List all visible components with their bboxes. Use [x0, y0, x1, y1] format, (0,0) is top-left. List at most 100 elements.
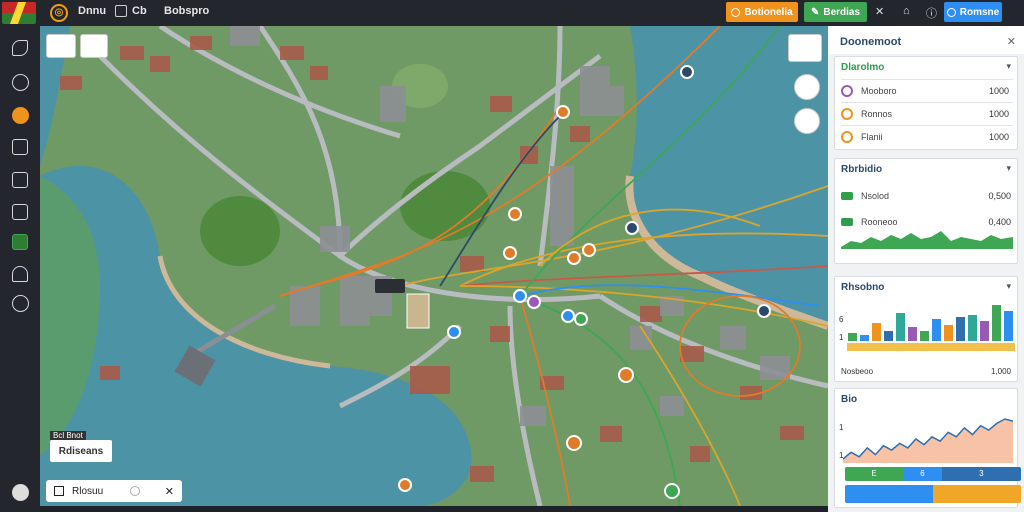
card-bars-title: Rhsobno — [841, 282, 885, 293]
avatar-icon[interactable] — [10, 482, 30, 502]
card-trend-title: Rbrbidio — [841, 164, 883, 175]
status-icon — [841, 131, 853, 143]
map-small-label: Bcl Bnot — [50, 431, 86, 440]
list-item: Nsolod 0,500 — [841, 187, 1013, 205]
map-icon[interactable] — [10, 38, 30, 58]
chart-icon[interactable] — [10, 232, 30, 252]
green-action-button[interactable]: ✎ Berdias — [804, 2, 867, 22]
chevron-down-icon[interactable]: ▾ — [1006, 281, 1011, 292]
row-value: 1000 — [988, 132, 1009, 142]
close-icon[interactable]: ✕ — [875, 5, 884, 18]
bar — [908, 327, 917, 341]
list-item[interactable]: Mooboro 1000 — [841, 81, 1013, 101]
status-icon — [841, 108, 853, 120]
green-button-label: Berdias — [823, 6, 861, 18]
card-trend: Rbrbidio ▾ Nsolod 0,500 Rooneoo 0,400 — [834, 158, 1018, 264]
globe-icon[interactable] — [10, 72, 30, 92]
map-tool-button[interactable] — [46, 34, 76, 58]
info-icon[interactable]: ⓘ — [926, 5, 937, 21]
user-icon[interactable] — [10, 264, 30, 284]
orange-button-icon — [731, 7, 741, 17]
map-compass-icon[interactable] — [794, 74, 820, 100]
axis-tick: 1 — [839, 333, 844, 342]
map-graphic — [40, 26, 828, 506]
flag-icon — [2, 2, 36, 24]
trend-sparkline — [841, 231, 1013, 249]
row-value: 0,400 — [988, 217, 1011, 227]
progress-bar — [845, 485, 1021, 503]
card-bars: Rhsobno ▾ 6 1 Nosbeoo 1,000 — [834, 276, 1018, 382]
bar — [872, 323, 881, 341]
left-sidebar — [0, 26, 40, 512]
nav-item-2[interactable]: Cb — [132, 5, 147, 17]
blue-button-icon — [946, 7, 956, 17]
nav-item-3[interactable]: Bobspro — [164, 5, 209, 17]
row-label: Ronnos — [861, 109, 893, 119]
chevron-down-icon[interactable]: ▾ — [1006, 61, 1011, 72]
list-icon[interactable] — [10, 137, 30, 157]
map-search-bar[interactable]: Rlosuu ✕ — [46, 480, 182, 502]
card-line: Bio 1 1 E63 — [834, 388, 1021, 508]
map-locate-icon[interactable] — [794, 108, 820, 134]
blue-action-button[interactable]: Romsne — [944, 2, 1002, 22]
panel-header: Doonemoot — [828, 26, 1024, 54]
bar — [992, 305, 1001, 341]
home-icon[interactable]: ⌂ — [903, 5, 910, 17]
bar — [1004, 311, 1013, 341]
card-summary: Dlarolmo ▾ Mooboro 1000 Ronnos 1000 Flan… — [834, 56, 1018, 150]
bar — [944, 325, 953, 341]
row-label: Rooneoo — [861, 217, 898, 227]
progress-fill — [845, 485, 933, 503]
row-label: Mooboro — [861, 86, 897, 96]
circle-icon[interactable] — [10, 105, 30, 125]
settings-icon[interactable] — [10, 293, 30, 313]
segment-bar: E63 — [845, 467, 1021, 481]
map-layers-button[interactable] — [80, 34, 108, 58]
segment: 6 — [903, 467, 942, 481]
axis-tick: 6 — [839, 315, 844, 324]
segment: 3 — [941, 467, 1021, 481]
row-value: 0,500 — [988, 191, 1011, 201]
green-button-icon: ✎ — [810, 6, 820, 18]
card-line-title: Bio — [841, 394, 858, 405]
bar-chart — [847, 305, 1015, 351]
legend-swatch — [841, 192, 853, 200]
bar — [968, 315, 977, 341]
map-arrow-icon[interactable] — [788, 34, 822, 62]
row-label: Nsolod — [861, 191, 890, 201]
book-icon[interactable] — [10, 202, 30, 222]
list-item[interactable]: Ronnos 1000 — [841, 104, 1013, 124]
progress-fill — [933, 485, 1021, 503]
bar — [980, 321, 989, 341]
footer-value: 1,000 — [990, 367, 1011, 376]
divider — [841, 125, 1013, 126]
right-panel: Doonemoot ✕ Dlarolmo ▾ Mooboro 1000 Ronn… — [828, 26, 1024, 512]
bar — [896, 313, 905, 341]
map-canvas[interactable]: Bcl Bnot Rdiseans Rlosuu ✕ — [40, 26, 828, 506]
edit-icon — [54, 486, 64, 496]
card-summary-title: Dlarolmo — [841, 62, 885, 73]
row-value: 1000 — [988, 86, 1009, 96]
segment: E — [845, 467, 904, 481]
close-icon[interactable]: ✕ — [165, 485, 174, 498]
bar — [932, 319, 941, 341]
list-item[interactable]: Flanii 1000 — [841, 127, 1013, 147]
divider — [841, 79, 1013, 80]
line-chart — [843, 418, 1013, 463]
orange-button-label: Botionelia — [744, 6, 793, 18]
bar — [956, 317, 965, 341]
blue-button-label: Romsne — [959, 6, 1000, 18]
chevron-down-icon[interactable]: ▾ — [1006, 163, 1011, 174]
row-label: Flanii — [861, 132, 883, 142]
doc-icon[interactable] — [115, 5, 127, 17]
map-label: Rdiseans — [50, 440, 112, 462]
nav-item-1[interactable]: Dnnu — [78, 5, 106, 17]
logo-icon: ◎ — [50, 4, 68, 22]
orange-action-button[interactable]: Botionelia — [726, 2, 798, 22]
row-value: 1000 — [988, 109, 1009, 119]
layers-icon[interactable] — [10, 170, 30, 190]
loading-icon — [130, 486, 140, 496]
panel-close-icon[interactable]: ✕ — [1007, 35, 1016, 48]
footer-label: Nosbeoo — [841, 367, 874, 376]
map-search-value[interactable]: Rlosuu — [72, 486, 103, 497]
